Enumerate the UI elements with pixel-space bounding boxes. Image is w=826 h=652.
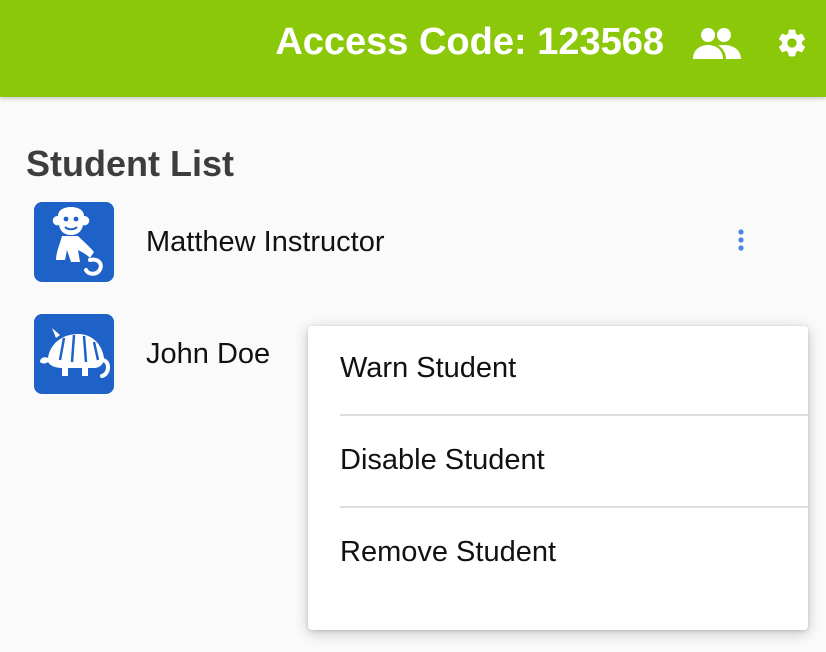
student-name: John Doe [146, 338, 271, 370]
access-code-label: Access Code: 123568 [275, 21, 664, 63]
monkey-avatar-icon [34, 202, 114, 282]
menu-item-label: Warn Student [340, 352, 517, 384]
people-icon[interactable] [692, 26, 742, 60]
page-title: Student List [26, 143, 234, 184]
gear-icon[interactable] [776, 27, 808, 59]
top-app-bar: Access Code: 123568 [0, 0, 826, 97]
menu-divider [340, 414, 808, 416]
armadillo-avatar-icon [34, 314, 114, 394]
student-row[interactable]: Matthew Instructor [0, 202, 826, 298]
more-vert-icon[interactable] [728, 226, 754, 256]
student-name: Matthew Instructor [146, 226, 385, 258]
menu-item-label: Disable Student [340, 444, 545, 476]
disable-student-menu-item[interactable]: Disable Student [340, 418, 808, 510]
remove-student-menu-item[interactable]: Remove Student [340, 510, 808, 602]
menu-divider [340, 506, 808, 508]
warn-student-menu-item[interactable]: Warn Student [340, 326, 808, 418]
student-context-menu: Warn Student Disable Student Remove Stud… [308, 326, 808, 630]
menu-item-label: Remove Student [340, 536, 557, 568]
